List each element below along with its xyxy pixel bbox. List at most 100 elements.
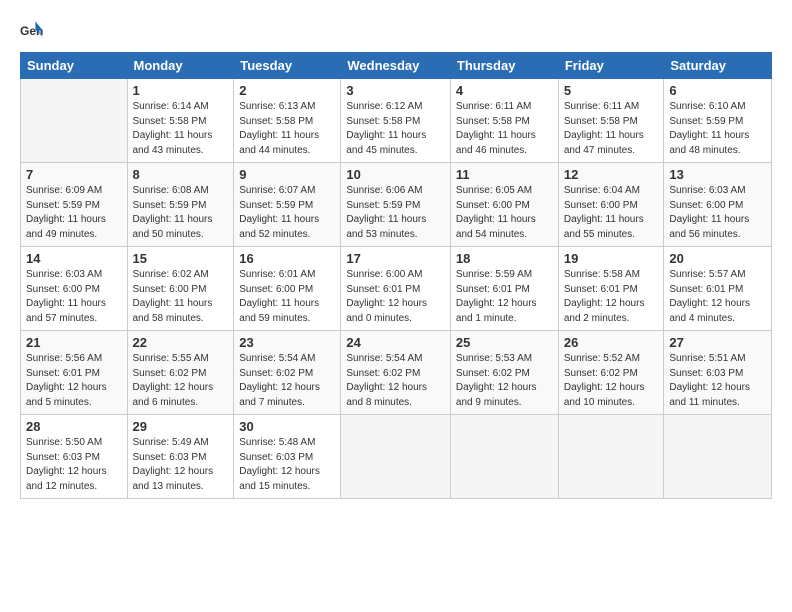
- day-number: 30: [239, 419, 335, 434]
- logo-icon: Gen: [20, 18, 44, 42]
- calendar-cell: 4 Sunrise: 6:11 AMSunset: 5:58 PMDaylight…: [450, 79, 558, 163]
- calendar-cell: [558, 415, 664, 499]
- calendar-cell: 25Sunrise: 5:53 AMSunset: 6:02 PMDayligh…: [450, 331, 558, 415]
- day-number: 2: [239, 83, 335, 98]
- calendar-cell: 12Sunrise: 6:04 AMSunset: 6:00 PMDayligh…: [558, 163, 664, 247]
- day-number: 19: [564, 251, 659, 266]
- calendar-cell: 15 Sunrise: 6:02 AMSunset: 6:00 PMDayligh…: [127, 247, 234, 331]
- calendar-cell: 5 Sunrise: 6:11 AMSunset: 5:58 PMDaylight…: [558, 79, 664, 163]
- day-info: Sunrise: 5:58 AMSunset: 6:01 PMDaylight:…: [564, 268, 659, 326]
- week-row-2: 7Sunrise: 6:09 AMSunset: 5:59 PMDaylight…: [21, 163, 772, 247]
- day-number: 5: [564, 83, 659, 98]
- day-number: 16: [239, 251, 335, 266]
- day-number: 4: [456, 83, 553, 98]
- day-info: Sunrise: 5:55 AMSunset: 6:02 PMDaylight:…: [133, 352, 229, 410]
- day-info: Sunrise: 5:51 AMSunset: 6:03 PMDaylight:…: [669, 352, 766, 410]
- day-number: 10: [346, 167, 445, 182]
- calendar-cell: 3 Sunrise: 6:12 AMSunset: 5:58 PMDaylight…: [341, 79, 451, 163]
- day-info: Sunrise: 6:10 AMSunset: 5:59 PMDaylight:…: [669, 100, 766, 158]
- calendar-cell: 1 Sunrise: 6:14 AMSunset: 5:58 PMDaylight…: [127, 79, 234, 163]
- day-info: Sunrise: 6:03 AMSunset: 6:00 PMDaylight:…: [26, 268, 122, 326]
- day-number: 18: [456, 251, 553, 266]
- calendar-cell: 27 Sunrise: 5:51 AMSunset: 6:03 PMDayligh…: [664, 331, 772, 415]
- day-number: 1: [133, 83, 229, 98]
- weekday-header-row: SundayMondayTuesdayWednesdayThursdayFrid…: [21, 53, 772, 79]
- day-number: 23: [239, 335, 335, 350]
- calendar-cell: 9 Sunrise: 6:07 AMSunset: 5:59 PMDaylight…: [234, 163, 341, 247]
- day-number: 25: [456, 335, 553, 350]
- day-number: 3: [346, 83, 445, 98]
- day-info: Sunrise: 6:03 AMSunset: 6:00 PMDaylight:…: [669, 184, 766, 242]
- calendar-cell: 11 Sunrise: 6:05 AMSunset: 6:00 PMDayligh…: [450, 163, 558, 247]
- day-number: 13: [669, 167, 766, 182]
- day-info: Sunrise: 6:11 AMSunset: 5:58 PMDaylight:…: [564, 100, 659, 158]
- day-number: 11: [456, 167, 553, 182]
- calendar-cell: 28 Sunrise: 5:50 AMSunset: 6:03 PMDayligh…: [21, 415, 128, 499]
- day-number: 20: [669, 251, 766, 266]
- calendar-cell: [21, 79, 128, 163]
- calendar-cell: 21 Sunrise: 5:56 AMSunset: 6:01 PMDayligh…: [21, 331, 128, 415]
- day-info: Sunrise: 6:06 AMSunset: 5:59 PMDaylight:…: [346, 184, 445, 242]
- day-number: 24: [346, 335, 445, 350]
- calendar-cell: 13 Sunrise: 6:03 AMSunset: 6:00 PMDayligh…: [664, 163, 772, 247]
- day-number: 17: [346, 251, 445, 266]
- day-info: Sunrise: 5:49 AMSunset: 6:03 PMDaylight:…: [133, 436, 229, 494]
- calendar-cell: 20 Sunrise: 5:57 AMSunset: 6:01 PMDayligh…: [664, 247, 772, 331]
- weekday-sunday: Sunday: [21, 53, 128, 79]
- day-number: 29: [133, 419, 229, 434]
- calendar-cell: 30 Sunrise: 5:48 AMSunset: 6:03 PMDayligh…: [234, 415, 341, 499]
- calendar-cell: 2 Sunrise: 6:13 AMSunset: 5:58 PMDaylight…: [234, 79, 341, 163]
- day-info: Sunrise: 5:54 AMSunset: 6:02 PMDaylight:…: [239, 352, 335, 410]
- day-info: Sunrise: 6:11 AMSunset: 5:58 PMDaylight:…: [456, 100, 553, 158]
- day-info: Sunrise: 5:57 AMSunset: 6:01 PMDaylight:…: [669, 268, 766, 326]
- day-info: Sunrise: 6:12 AMSunset: 5:58 PMDaylight:…: [346, 100, 445, 158]
- day-info: Sunrise: 5:50 AMSunset: 6:03 PMDaylight:…: [26, 436, 122, 494]
- calendar-cell: 18 Sunrise: 5:59 AMSunset: 6:01 PMDayligh…: [450, 247, 558, 331]
- day-number: 6: [669, 83, 766, 98]
- calendar: SundayMondayTuesdayWednesdayThursdayFrid…: [20, 52, 772, 499]
- day-info: Sunrise: 6:01 AMSunset: 6:00 PMDaylight:…: [239, 268, 335, 326]
- day-number: 7: [26, 167, 122, 182]
- calendar-cell: 16 Sunrise: 6:01 AMSunset: 6:00 PMDayligh…: [234, 247, 341, 331]
- header: Gen: [20, 18, 772, 42]
- day-number: 28: [26, 419, 122, 434]
- calendar-cell: 8 Sunrise: 6:08 AMSunset: 5:59 PMDaylight…: [127, 163, 234, 247]
- logo: Gen: [20, 18, 48, 42]
- calendar-cell: [450, 415, 558, 499]
- calendar-cell: 6 Sunrise: 6:10 AMSunset: 5:59 PMDaylight…: [664, 79, 772, 163]
- calendar-cell: 7Sunrise: 6:09 AMSunset: 5:59 PMDaylight…: [21, 163, 128, 247]
- day-number: 22: [133, 335, 229, 350]
- day-number: 21: [26, 335, 122, 350]
- day-number: 15: [133, 251, 229, 266]
- weekday-monday: Monday: [127, 53, 234, 79]
- day-info: Sunrise: 6:07 AMSunset: 5:59 PMDaylight:…: [239, 184, 335, 242]
- calendar-cell: 17 Sunrise: 6:00 AMSunset: 6:01 PMDayligh…: [341, 247, 451, 331]
- week-row-3: 14 Sunrise: 6:03 AMSunset: 6:00 PMDayligh…: [21, 247, 772, 331]
- day-number: 14: [26, 251, 122, 266]
- day-number: 26: [564, 335, 659, 350]
- calendar-cell: 26 Sunrise: 5:52 AMSunset: 6:02 PMDayligh…: [558, 331, 664, 415]
- day-info: Sunrise: 6:00 AMSunset: 6:01 PMDaylight:…: [346, 268, 445, 326]
- weekday-thursday: Thursday: [450, 53, 558, 79]
- day-info: Sunrise: 5:59 AMSunset: 6:01 PMDaylight:…: [456, 268, 553, 326]
- calendar-cell: [341, 415, 451, 499]
- week-row-5: 28 Sunrise: 5:50 AMSunset: 6:03 PMDayligh…: [21, 415, 772, 499]
- calendar-cell: 14 Sunrise: 6:03 AMSunset: 6:00 PMDayligh…: [21, 247, 128, 331]
- day-info: Sunrise: 6:08 AMSunset: 5:59 PMDaylight:…: [133, 184, 229, 242]
- day-number: 8: [133, 167, 229, 182]
- day-number: 27: [669, 335, 766, 350]
- day-number: 9: [239, 167, 335, 182]
- calendar-cell: [664, 415, 772, 499]
- day-info: Sunrise: 6:05 AMSunset: 6:00 PMDaylight:…: [456, 184, 553, 242]
- day-info: Sunrise: 5:52 AMSunset: 6:02 PMDaylight:…: [564, 352, 659, 410]
- week-row-1: 1 Sunrise: 6:14 AMSunset: 5:58 PMDaylight…: [21, 79, 772, 163]
- calendar-cell: 22 Sunrise: 5:55 AMSunset: 6:02 PMDayligh…: [127, 331, 234, 415]
- day-info: Sunrise: 5:56 AMSunset: 6:01 PMDaylight:…: [26, 352, 122, 410]
- day-info: Sunrise: 6:13 AMSunset: 5:58 PMDaylight:…: [239, 100, 335, 158]
- calendar-cell: 23 Sunrise: 5:54 AMSunset: 6:02 PMDayligh…: [234, 331, 341, 415]
- day-info: Sunrise: 6:02 AMSunset: 6:00 PMDaylight:…: [133, 268, 229, 326]
- weekday-friday: Friday: [558, 53, 664, 79]
- day-info: Sunrise: 5:48 AMSunset: 6:03 PMDaylight:…: [239, 436, 335, 494]
- day-info: Sunrise: 6:14 AMSunset: 5:58 PMDaylight:…: [133, 100, 229, 158]
- calendar-cell: 10 Sunrise: 6:06 AMSunset: 5:59 PMDayligh…: [341, 163, 451, 247]
